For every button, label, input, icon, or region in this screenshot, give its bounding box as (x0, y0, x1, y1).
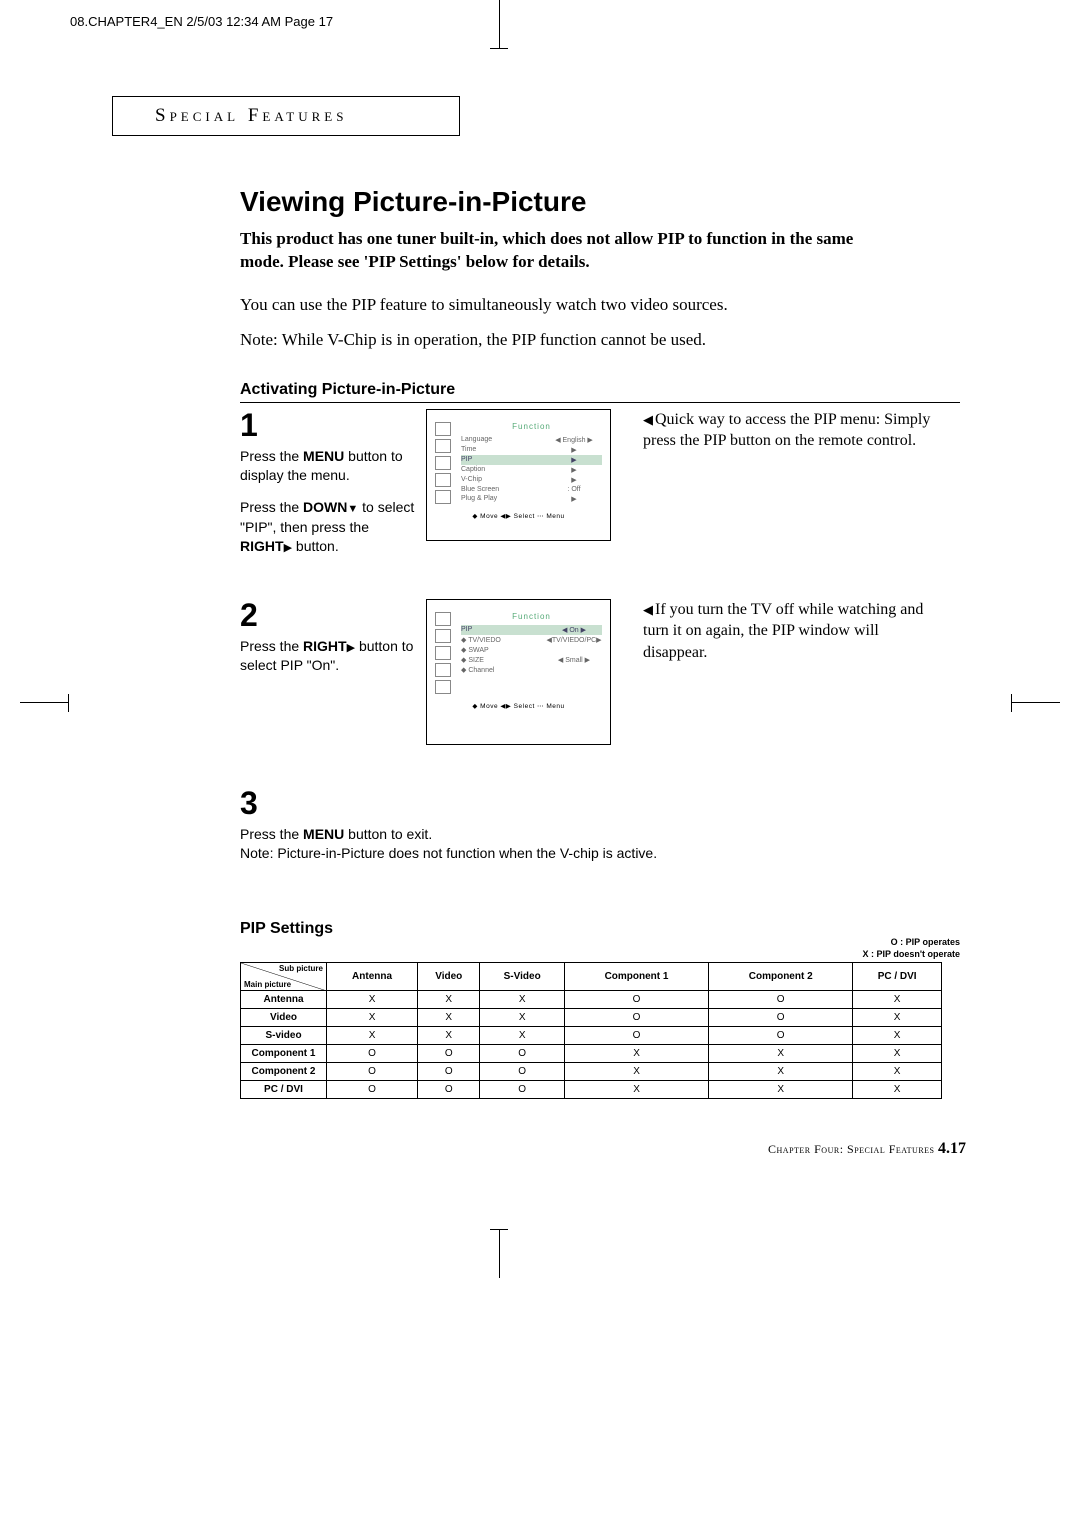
osd-screenshot-1: Function Language◀ English ▶Time▶PIP▶Cap… (426, 409, 611, 541)
body-text-2: Note: While V-Chip is in operation, the … (240, 327, 960, 353)
intro-text: This product has one tuner built-in, whi… (240, 228, 880, 274)
step-3: 3 Press the MENU button to exit. Note: P… (240, 787, 960, 864)
osd-screenshot-2: Function PIP◀ On ▶◆ TV/VIEDO◀TV/VIEDO/PC… (426, 599, 611, 745)
subheading-activating: Activating Picture-in-Picture (240, 381, 960, 403)
print-header: 08.CHAPTER4_EN 2/5/03 12:34 AM Page 17 (70, 14, 333, 29)
step-number: 1 (240, 409, 420, 441)
step2-side-note: If you turn the TV off while watching an… (643, 599, 943, 664)
table-legend: O : PIP operatesX : PIP doesn't operate (240, 937, 960, 960)
page-footer: Chapter Four: Special Features 4.17 (768, 1140, 966, 1158)
pip-settings-table: Sub pictureMain pictureAntennaVideoS-Vid… (240, 962, 942, 1099)
step-1: 1 Press the MENU button to display the m… (240, 409, 960, 557)
step-number: 3 (240, 787, 960, 819)
step1-side-note: Quick way to access the PIP menu: Simply… (643, 409, 943, 452)
page-title: Viewing Picture-in-Picture (240, 186, 960, 218)
step-number: 2 (240, 599, 420, 631)
step-2: 2 Press the RIGHT button to select PIP "… (240, 599, 960, 745)
section-label-box: Special Features (112, 96, 460, 136)
section-label: Special Features (155, 105, 347, 126)
step2-text: Press the RIGHT button to select PIP "On… (240, 637, 420, 676)
body-text-1: You can use the PIP feature to simultane… (240, 292, 960, 318)
step1-text: Press the MENU button to display the men… (240, 447, 420, 486)
step1-text2: Press the DOWN to select "PIP", then pre… (240, 498, 420, 557)
step3-text: Press the MENU button to exit. Note: Pic… (240, 825, 660, 864)
